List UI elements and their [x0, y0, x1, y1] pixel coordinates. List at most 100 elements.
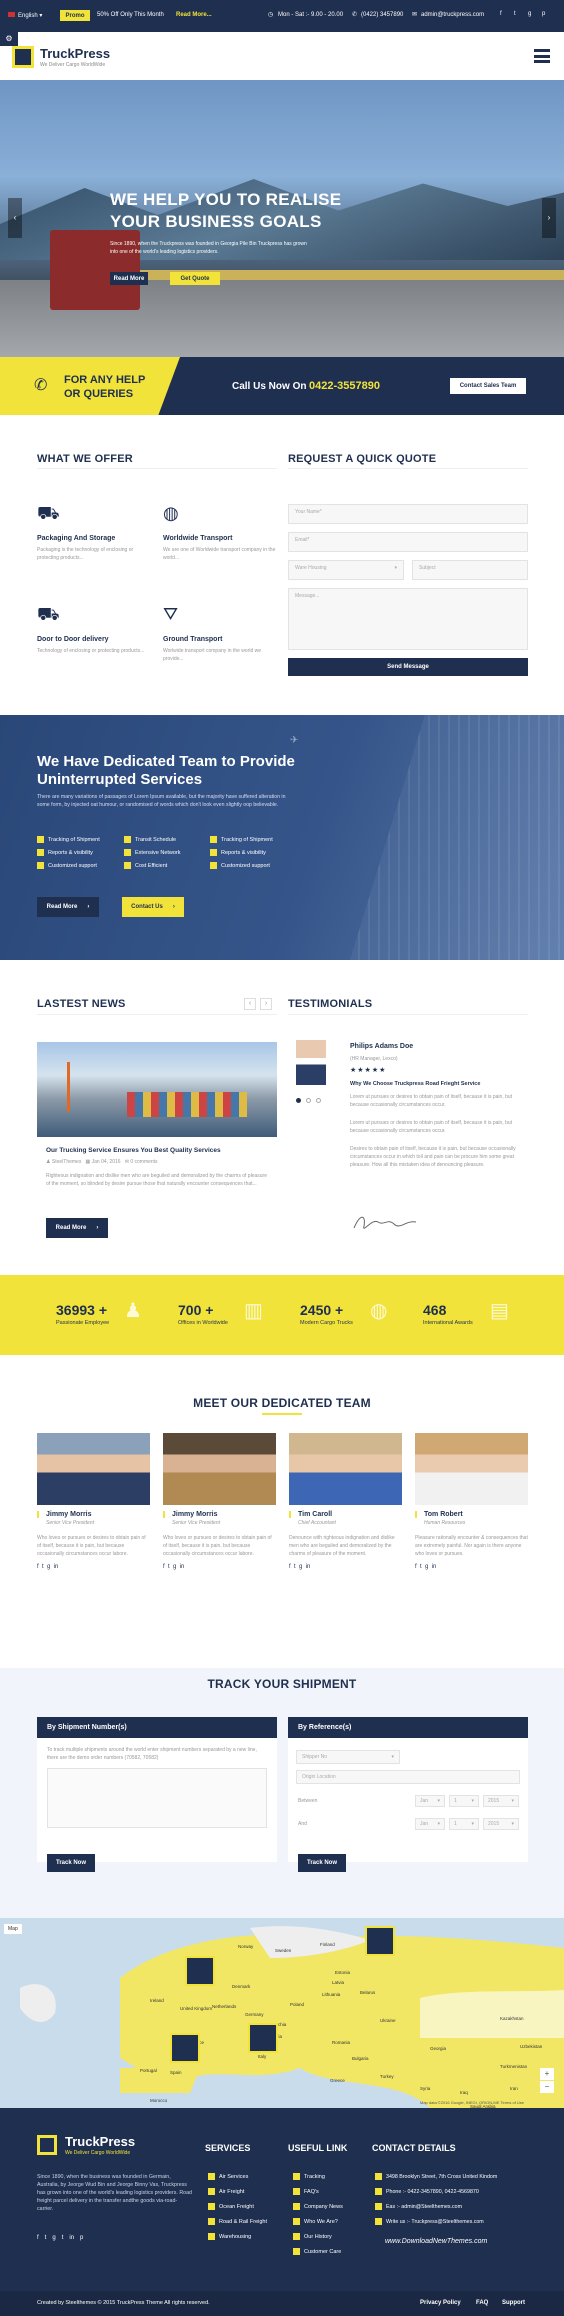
map-pin[interactable] [365, 1926, 395, 1956]
send-message-button[interactable]: Send Message [288, 658, 528, 676]
facebook-icon[interactable]: f [163, 1564, 165, 1570]
pinterest-icon[interactable]: p [80, 2235, 83, 2241]
hero-read-more-button[interactable]: Read More [110, 272, 148, 285]
footer-link[interactable]: Road & Rail Freight [208, 2215, 267, 2230]
faq-link[interactable]: FAQ [476, 2300, 488, 2306]
contact-write[interactable]: Write us :- Truckpress@Steelthemes.com [375, 2215, 497, 2230]
news-prev-arrow[interactable]: ‹ [244, 998, 256, 1010]
footer-link[interactable]: Tracking [293, 2170, 343, 2185]
twitter-icon[interactable]: t [294, 1564, 296, 1570]
team-name[interactable]: Tim Caroll [289, 1511, 402, 1518]
track-now-button[interactable]: Track Now [47, 1854, 95, 1872]
privacy-policy-link[interactable]: Privacy Policy [420, 2300, 461, 2306]
email-input[interactable]: Email* [288, 532, 528, 552]
team-read-more-button[interactable]: Read More › [37, 897, 99, 917]
contact-email[interactable]: Eas :- admin@Steelthemes.com [375, 2200, 497, 2215]
facebook-icon[interactable]: f [37, 1564, 39, 1570]
footer-link[interactable]: Air Services [208, 2170, 267, 2185]
promo-read-more-link[interactable]: Read More... [176, 12, 212, 18]
facebook-icon[interactable]: f [500, 11, 502, 17]
twitter-icon[interactable]: t [420, 1564, 422, 1570]
google-plus-icon[interactable]: g [47, 1564, 50, 1570]
subject-input[interactable]: Subject [412, 560, 528, 580]
contact-sales-button[interactable]: Contact Sales Team [450, 378, 526, 394]
slider-dot[interactable] [296, 1098, 301, 1103]
google-plus-icon[interactable]: g [52, 2235, 55, 2241]
news-author[interactable]: SteelThemes [52, 1159, 81, 1165]
brand-name[interactable]: TruckPress [40, 46, 110, 61]
offer-item-title[interactable]: Packaging And Storage [37, 535, 152, 542]
footer-link[interactable]: Customer Care [293, 2245, 343, 2260]
track-now-button[interactable]: Track Now [298, 1854, 346, 1872]
between-day-select[interactable]: 1 ▾ [449, 1795, 479, 1807]
google-plus-icon[interactable]: g [425, 1564, 428, 1570]
twitter-icon[interactable]: t [168, 1564, 170, 1570]
support-link[interactable]: Support [502, 2300, 525, 2306]
linkedin-icon[interactable]: in [432, 1564, 437, 1570]
google-plus-icon[interactable]: g [528, 11, 531, 17]
facebook-icon[interactable]: f [37, 2235, 39, 2241]
service-select[interactable]: Ware Housing ▾ [288, 560, 404, 580]
offer-item-title[interactable]: Worldwide Transport [163, 535, 278, 542]
facebook-icon[interactable]: f [415, 1564, 417, 1570]
twitter-icon[interactable]: t [514, 11, 516, 17]
and-month-select[interactable]: Jan ▾ [415, 1818, 445, 1830]
team-contact-button[interactable]: Contact Us › [122, 897, 184, 917]
linkedin-icon[interactable]: in [54, 1564, 59, 1570]
settings-icon[interactable]: ⚙ [0, 32, 18, 46]
footer-link[interactable]: Ocean Freight [208, 2200, 267, 2215]
twitter-icon[interactable]: t [42, 1564, 44, 1570]
map-pin[interactable] [248, 2023, 278, 2053]
offer-item-title[interactable]: Ground Transport [163, 636, 278, 643]
and-day-select[interactable]: 1 ▾ [449, 1818, 479, 1830]
between-year-select[interactable]: 2015 ▾ [483, 1795, 519, 1807]
zoom-in-icon[interactable]: + [540, 2068, 554, 2080]
linkedin-icon[interactable]: in [69, 2235, 74, 2241]
origin-input[interactable]: Origin Location [296, 1770, 520, 1784]
map-button[interactable]: Map [4, 1924, 22, 1934]
map-pin[interactable] [170, 2033, 200, 2063]
footer-link[interactable]: FAQ's [293, 2185, 343, 2200]
news-next-arrow[interactable]: › [260, 998, 272, 1010]
facebook-icon[interactable]: f [289, 1564, 291, 1570]
team-banner-desc: There are many variations of passages of… [37, 794, 286, 808]
menu-icon[interactable] [534, 49, 550, 63]
hero-prev-arrow[interactable]: ‹ [8, 198, 22, 238]
news-read-more-button[interactable]: Read More › [46, 1218, 108, 1238]
news-comments[interactable]: 0 comments [130, 1159, 157, 1165]
google-plus-icon[interactable]: g [299, 1564, 302, 1570]
tumblr-icon[interactable]: t [62, 2235, 64, 2241]
team-name[interactable]: Tom Robert [415, 1511, 528, 1518]
name-input[interactable]: Your Name* [288, 504, 528, 524]
shipment-numbers-textarea[interactable] [47, 1768, 267, 1828]
footer-link[interactable]: Air Freight [208, 2185, 267, 2200]
slider-dot[interactable] [305, 1098, 311, 1103]
linkedin-icon[interactable]: in [306, 1564, 311, 1570]
twitter-icon[interactable]: t [45, 2235, 47, 2241]
news-image[interactable] [37, 1042, 277, 1137]
footer-link[interactable]: Warehousing [208, 2230, 267, 2245]
news-post-title[interactable]: Our Trucking Service Ensures You Best Qu… [46, 1147, 221, 1154]
footer-link[interactable]: Our History [293, 2230, 343, 2245]
team-name[interactable]: Jimmy Morris [163, 1511, 276, 1518]
pinterest-icon[interactable]: p [542, 11, 545, 17]
call-number[interactable]: 0422-3557890 [309, 380, 380, 392]
team-name[interactable]: Jimmy Morris [37, 1511, 150, 1518]
hero-get-quote-button[interactable]: Get Quote [170, 272, 220, 285]
shipper-select[interactable]: Shipper No ▾ [296, 1750, 400, 1764]
logo-icon [12, 46, 34, 68]
and-year-select[interactable]: 2015 ▾ [483, 1818, 519, 1830]
offer-item-title[interactable]: Door to Door delivery [37, 636, 152, 643]
map-pin[interactable] [185, 1956, 215, 1986]
linkedin-icon[interactable]: in [180, 1564, 185, 1570]
locations-map[interactable]: Map Norway Sweden Finland Estonia Latvia Denm… [0, 1918, 564, 2108]
message-textarea[interactable]: Message... [288, 588, 528, 650]
hero-next-arrow[interactable]: › [542, 198, 556, 238]
between-month-select[interactable]: Jan ▾ [415, 1795, 445, 1807]
language-select[interactable]: English ▾ [8, 12, 42, 19]
zoom-out-icon[interactable]: − [540, 2081, 554, 2093]
slider-dot[interactable] [315, 1098, 321, 1103]
google-plus-icon[interactable]: g [173, 1564, 176, 1570]
footer-link[interactable]: Who We Are? [293, 2215, 343, 2230]
footer-link[interactable]: Company News [293, 2200, 343, 2215]
